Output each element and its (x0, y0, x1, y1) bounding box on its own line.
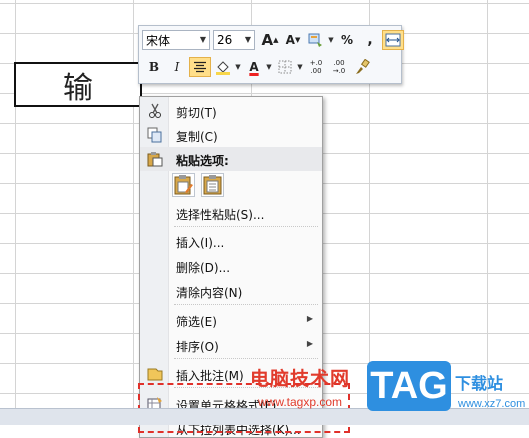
menu-item-delete[interactable]: 删除(D)... (140, 254, 322, 278)
decrease-decimal-button[interactable]: .00 →.0 (328, 57, 350, 77)
chevron-down-icon: ▼ (199, 35, 206, 44)
format-painter-style-icon[interactable] (305, 30, 327, 50)
menu-item-label: 复制(C) (176, 130, 218, 144)
increase-decimal-button[interactable]: +.0.00 (305, 57, 327, 77)
watermark-site: www.xz7.com (458, 398, 526, 410)
menu-item-filter[interactable]: 筛选(E) ▶ (140, 308, 322, 332)
paste-icon (147, 151, 163, 167)
menu-separator (174, 226, 318, 227)
font-name-dropdown[interactable]: 宋体 ▼ (142, 30, 210, 50)
borders-icon[interactable] (274, 57, 296, 77)
menu-item-label: 插入批注(M) (176, 369, 244, 383)
selected-cell[interactable]: 输 (14, 62, 142, 107)
font-color-button[interactable]: A (243, 57, 265, 77)
shrink-font-button[interactable]: A ▼ (282, 30, 304, 50)
bold-button[interactable]: B (143, 57, 165, 77)
comment-icon (147, 366, 163, 382)
merge-center-button[interactable] (382, 30, 404, 50)
watermark-logo: TAG (367, 361, 451, 411)
chevron-down-icon[interactable]: ▼ (296, 63, 304, 71)
watermark-text: 电脑技术网 (250, 368, 351, 390)
menu-item-label: 选择性粘贴(S)... (176, 208, 265, 222)
horizontal-scrollbar[interactable] (0, 408, 529, 425)
menu-item-label: 清除内容(N) (176, 286, 243, 300)
chevron-right-icon: ▶ (306, 339, 313, 348)
menu-item-copy[interactable]: 复制(C) (140, 123, 322, 147)
menu-item-label: 删除(D)... (176, 261, 231, 275)
menu-item-paste-special[interactable]: 选择性粘贴(S)... (140, 201, 322, 225)
menu-separator (174, 304, 318, 305)
menu-separator (174, 358, 318, 359)
align-center-button[interactable] (189, 57, 211, 77)
paste-option-values-icon[interactable] (201, 173, 224, 197)
menu-item-cut[interactable]: 剪切(T) (140, 99, 322, 123)
mini-toolbar: 宋体 ▼ 26 ▼ A ▲ A ▼ ▼ % , B I ▼ A ▼ ▼ +.0 … (138, 25, 404, 84)
chevron-down-icon[interactable]: ▼ (265, 63, 273, 71)
chevron-down-icon: ▼ (244, 35, 251, 44)
menu-item-label: 筛选(E) (176, 315, 217, 329)
fill-color-icon[interactable] (212, 57, 234, 77)
scissors-icon (147, 103, 163, 119)
menu-item-label: 剪切(T) (176, 106, 217, 120)
menu-item-insert[interactable]: 插入(I)... (140, 229, 322, 253)
font-name-value: 宋体 (146, 33, 171, 48)
cell-text: 输 (63, 70, 93, 106)
watermark-download: 下载站 (455, 374, 504, 393)
format-painter-brush-icon[interactable] (351, 57, 373, 77)
font-size-value: 26 (217, 33, 233, 47)
menu-item-label: 粘贴选项: (176, 154, 229, 168)
menu-item-clear-contents[interactable]: 清除内容(N) (140, 279, 322, 303)
comma-style-button[interactable]: , (359, 30, 381, 50)
grow-font-button[interactable]: A ▲ (259, 30, 281, 50)
italic-button[interactable]: I (166, 57, 188, 77)
menu-item-label: 插入(I)... (176, 236, 225, 250)
copy-icon (147, 127, 163, 143)
menu-item-label: 排序(O) (176, 340, 219, 354)
percent-style-button[interactable]: % (336, 30, 358, 50)
font-size-dropdown[interactable]: 26 ▼ (213, 30, 255, 50)
paste-options-group (172, 173, 224, 197)
paste-option-keep-format-icon[interactable] (172, 173, 195, 197)
menu-header-paste-options: 粘贴选项: (140, 147, 322, 171)
chevron-down-icon[interactable]: ▼ (234, 63, 242, 71)
menu-item-sort[interactable]: 排序(O) ▶ (140, 333, 322, 357)
watermark-url: www.tagxp.com (258, 395, 343, 409)
chevron-down-icon[interactable]: ▼ (327, 36, 335, 44)
chevron-right-icon: ▶ (306, 314, 313, 323)
